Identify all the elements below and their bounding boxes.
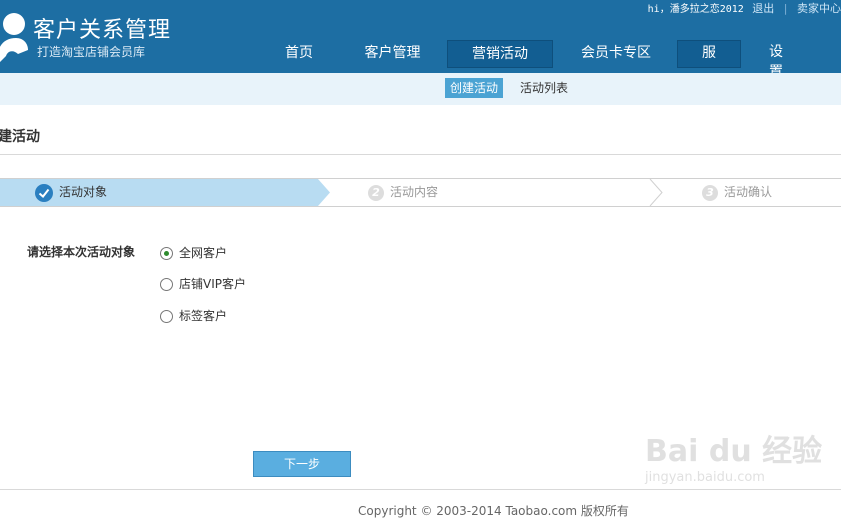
nav-item-service-label: 服务 <box>702 45 716 61</box>
step-3: 3 活动确认 <box>702 179 772 206</box>
step-3-label: 活动确认 <box>724 185 773 199</box>
logout-link[interactable]: 退出 <box>752 0 774 16</box>
user-topbar: hi，潘多拉之恋2012 退出 | 卖家中心 <box>647 0 841 16</box>
radio-tag-customers-label: 标签客户 <box>179 309 228 323</box>
nav-item-membership-card[interactable]: 会员卡专区 <box>572 40 660 68</box>
radio-button[interactable] <box>160 278 173 291</box>
title-divider <box>0 154 841 155</box>
user-greeting: hi，潘多拉之恋2012 <box>647 4 744 15</box>
subnav-activity-list[interactable]: 活动列表 <box>515 78 573 98</box>
step-1: 活动对象 <box>35 179 365 206</box>
step-2-number: 2 <box>368 184 384 201</box>
radio-all-customers[interactable]: 全网客户 <box>160 245 227 261</box>
subnav-create-activity[interactable]: 创建活动 <box>445 78 504 98</box>
watermark-url: jingyan.baidu.com <box>645 470 765 485</box>
next-step-button[interactable]: 下一步 <box>253 451 351 477</box>
step-1-label: 活动对象 <box>59 185 108 199</box>
nav-item-customers[interactable]: 客户管理 <box>355 40 430 68</box>
step-3-number: 3 <box>702 184 718 201</box>
radio-vip-customers[interactable]: 店铺VIP客户 <box>160 276 246 292</box>
seller-center-link[interactable]: 卖家中心 <box>797 0 841 16</box>
watermark-brand: Bai du 经验 <box>645 434 823 469</box>
app-header: 客户关系管理 打造淘宝店铺会员库 hi，潘多拉之恋2012 退出 | 卖家中心 … <box>0 0 841 73</box>
footer-copyright: Copyright © 2003-2014 Taobao.com 版权所有 <box>358 504 629 518</box>
step-2: 2 活动内容 <box>368 179 438 206</box>
topbar-divider: | <box>783 2 788 15</box>
nav-item-marketing[interactable]: 营销活动 <box>447 40 553 68</box>
nav-item-service[interactable]: 服务 <box>677 40 741 68</box>
radio-button[interactable] <box>160 310 173 323</box>
nav-item-settings[interactable]: 设置 <box>760 40 792 73</box>
main-nav: 首页 客户管理 营销活动 会员卡专区 服务 设置 <box>0 40 841 73</box>
nav-item-home[interactable]: 首页 <box>270 40 328 68</box>
radio-button-checked[interactable] <box>160 247 173 260</box>
page-title: 建活动 <box>0 129 40 145</box>
radio-vip-customers-label: 店铺VIP客户 <box>179 277 246 291</box>
audience-label: 请选择本次活动对象 <box>27 245 136 259</box>
radio-all-customers-label: 全网客户 <box>179 246 228 260</box>
step-progress: 活动对象 2 活动内容 3 活动确认 <box>0 178 841 207</box>
nav-item-settings-label: 设置 <box>769 44 783 73</box>
baidu-watermark: Bai du 经验 jingyan.baidu.com <box>645 418 825 493</box>
radio-tag-customers[interactable]: 标签客户 <box>160 308 227 324</box>
check-circle-icon <box>35 183 53 202</box>
step-2-label: 活动内容 <box>390 185 439 199</box>
sub-nav: 创建活动 活动列表 <box>0 73 841 105</box>
